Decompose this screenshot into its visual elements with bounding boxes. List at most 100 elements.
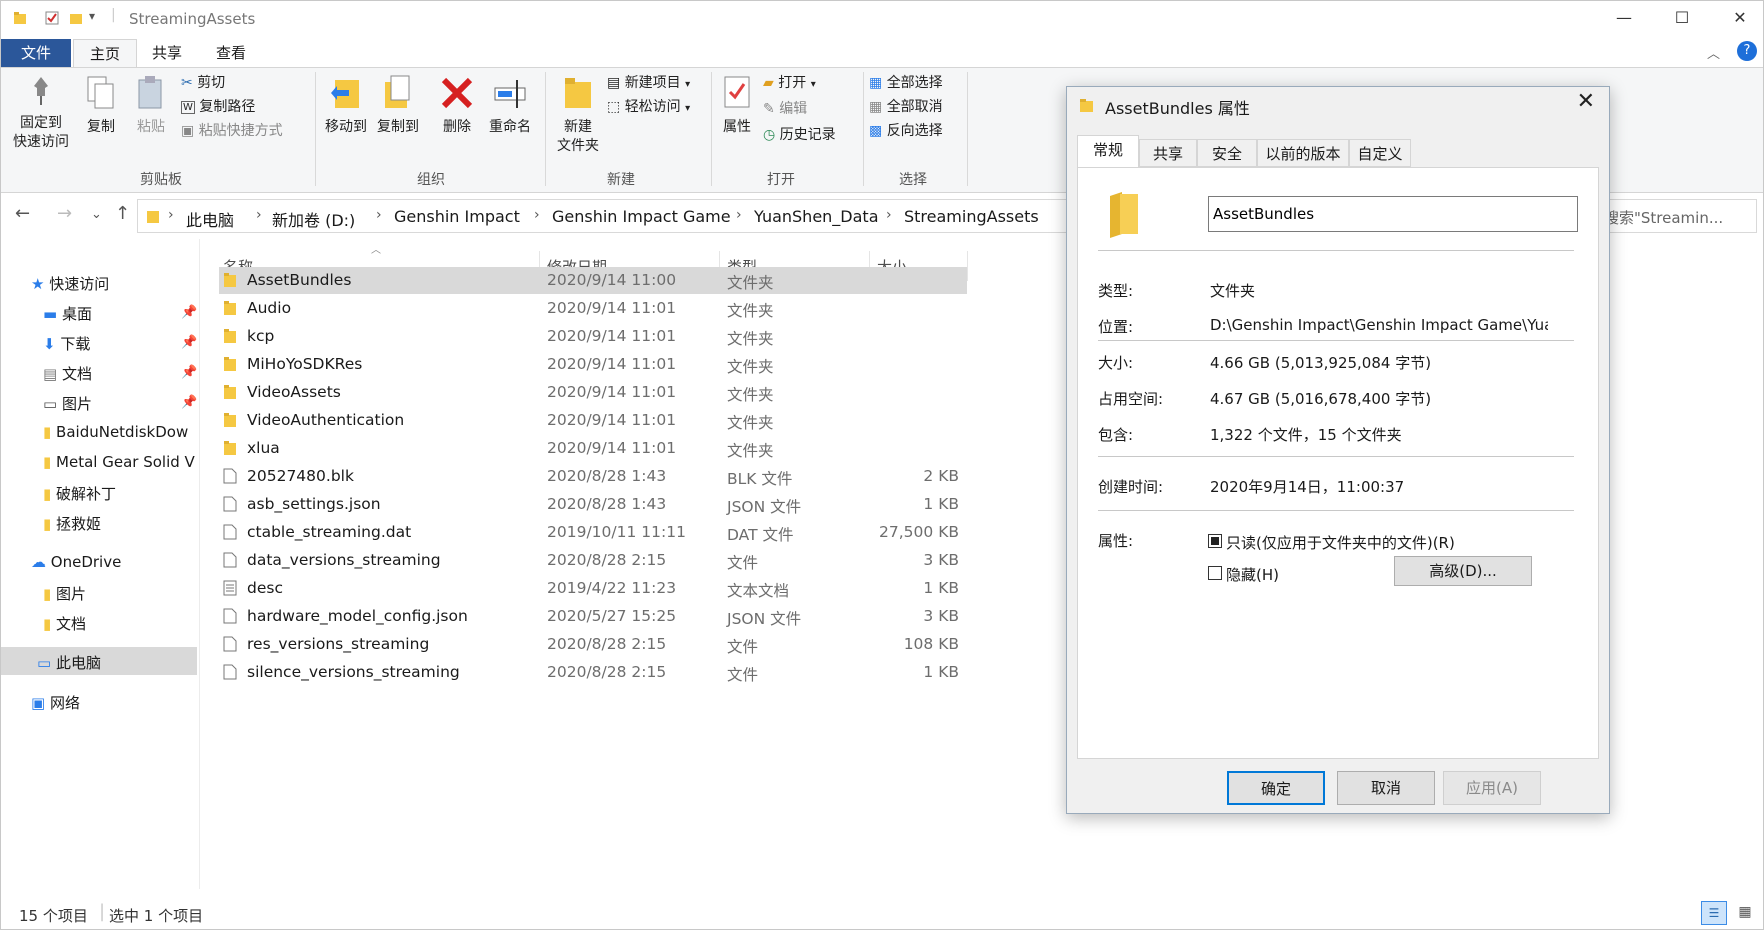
pin-icon[interactable]: 📌 bbox=[181, 395, 197, 410]
maximize-button[interactable]: ☐ bbox=[1659, 1, 1705, 35]
breadcrumb-yuanshen-data[interactable]: YuanShen_Data bbox=[754, 207, 879, 226]
breadcrumb-genshin-impact-game[interactable]: Genshin Impact Game bbox=[552, 207, 731, 226]
breadcrumb-streaming-assets[interactable]: StreamingAssets bbox=[904, 207, 1039, 226]
close-button[interactable]: ✕ bbox=[1717, 1, 1763, 35]
readonly-label[interactable]: 只读(仅应用于文件夹中的文件)(R) bbox=[1226, 532, 1455, 553]
open-button[interactable]: ▰ 打开 ▾ bbox=[763, 72, 816, 92]
tab-view[interactable]: 查看 bbox=[205, 39, 257, 67]
pin-quick-access-button[interactable]: 固定到 快速访问 bbox=[9, 74, 73, 152]
breadcrumb-chevron-icon[interactable]: › bbox=[534, 207, 540, 223]
tab-customize[interactable]: 自定义 bbox=[1349, 139, 1411, 167]
table-row[interactable]: xlua 2020/9/14 11:01 文件夹 bbox=[219, 435, 967, 462]
tab-general[interactable]: 常规 bbox=[1077, 135, 1139, 167]
new-item-button[interactable]: ▤ 新建项目 ▾ bbox=[607, 72, 690, 92]
paste-button[interactable]: 粘贴 bbox=[129, 74, 173, 137]
breadcrumb-chevron-icon[interactable]: › bbox=[256, 207, 262, 223]
tab-previous-versions[interactable]: 以前的版本 bbox=[1257, 139, 1349, 167]
new-folder-qat-icon[interactable] bbox=[69, 11, 83, 25]
tab-share[interactable]: 共享 bbox=[141, 39, 193, 67]
onedrive-item-pictures[interactable]: ▮ 图片 bbox=[43, 583, 86, 604]
table-row[interactable]: ctable_streaming.dat 2019/10/11 11:11 DAT … bbox=[219, 519, 967, 546]
dialog-close-button[interactable]: ✕ bbox=[1577, 89, 1595, 114]
properties-button[interactable]: 属性 bbox=[715, 74, 759, 137]
nav-item-baidunetdisk[interactable]: ▮ BaiduNetdiskDow bbox=[43, 423, 197, 441]
delete-button[interactable]: 删除 bbox=[435, 74, 479, 137]
move-to-button[interactable]: 移动到 bbox=[321, 74, 371, 137]
copy-path-button[interactable]: W 复制路径 bbox=[181, 96, 255, 116]
breadcrumb-chevron-icon[interactable]: › bbox=[376, 207, 382, 223]
table-row[interactable]: 20527480.blk 2020/8/28 1:43 BLK 文件 2 KB bbox=[219, 463, 967, 490]
up-arrow-icon[interactable]: ↑ bbox=[115, 203, 130, 224]
table-row[interactable]: VideoAuthentication 2020/9/14 11:01 文件夹 bbox=[219, 407, 967, 434]
back-arrow-icon[interactable]: ← bbox=[15, 203, 30, 224]
collapse-ribbon-icon[interactable]: ︿ bbox=[1707, 43, 1720, 62]
table-row[interactable]: desc 2019/4/22 11:23 文本文档 1 KB bbox=[219, 575, 967, 602]
tab-security[interactable]: 安全 bbox=[1197, 139, 1257, 167]
nav-item-crack-patch[interactable]: ▮ 破解补丁 bbox=[43, 483, 116, 504]
table-row[interactable]: VideoAssets 2020/9/14 11:01 文件夹 bbox=[219, 379, 967, 406]
nav-item-documents[interactable]: ▤ 文档 bbox=[43, 363, 92, 384]
table-row[interactable]: kcp 2020/9/14 11:01 文件夹 bbox=[219, 323, 967, 350]
pin-icon[interactable]: 📌 bbox=[181, 305, 197, 320]
nav-item-metal-gear[interactable]: ▮ Metal Gear Solid V bbox=[43, 453, 197, 471]
pin-icon[interactable]: 📌 bbox=[181, 335, 197, 350]
nav-item-rescue[interactable]: ▮ 拯救姬 bbox=[43, 513, 101, 534]
rename-button[interactable]: 重命名 bbox=[483, 74, 537, 137]
readonly-checkbox[interactable] bbox=[1208, 534, 1222, 548]
invert-selection-button[interactable]: ▩ 反向选择 bbox=[869, 120, 943, 140]
ok-button[interactable]: 确定 bbox=[1227, 771, 1325, 805]
nav-item-downloads[interactable]: ⬇ 下载 bbox=[43, 333, 90, 354]
table-row[interactable]: Audio 2020/9/14 11:01 文件夹 bbox=[219, 295, 967, 322]
search-input[interactable]: 搜索"Streamin... bbox=[1597, 199, 1757, 233]
breadcrumb-chevron-icon[interactable]: › bbox=[168, 207, 174, 223]
table-row[interactable]: hardware_model_config.json 2020/5/27 15:2… bbox=[219, 603, 967, 630]
breadcrumb-drive[interactable]: 新加卷 (D:) bbox=[272, 207, 355, 231]
chevron-down-icon[interactable]: ▾ bbox=[89, 9, 95, 23]
table-row[interactable]: AssetBundles 2020/9/14 11:00 文件夹 bbox=[219, 267, 967, 294]
advanced-button[interactable]: 高级(D)... bbox=[1394, 556, 1532, 586]
hidden-checkbox[interactable] bbox=[1208, 566, 1222, 580]
large-icons-view-icon[interactable]: ▦ bbox=[1733, 901, 1757, 923]
onedrive-item[interactable]: ☁ OneDrive bbox=[31, 553, 121, 571]
nav-item-desktop[interactable]: ▬ 桌面 bbox=[43, 303, 92, 324]
recent-locations-chevron-icon[interactable]: ⌄ bbox=[91, 207, 102, 222]
forward-arrow-icon[interactable]: → bbox=[57, 203, 72, 224]
onedrive-item-documents[interactable]: ▮ 文档 bbox=[43, 613, 86, 634]
minimize-button[interactable]: — bbox=[1601, 1, 1647, 35]
properties-qat-icon[interactable] bbox=[45, 11, 59, 25]
breadcrumb-genshin-impact[interactable]: Genshin Impact bbox=[394, 207, 520, 226]
details-view-icon[interactable]: ☰ bbox=[1701, 901, 1727, 925]
this-pc-item[interactable]: ▭ 此电脑 bbox=[37, 652, 101, 673]
paste-shortcut-button[interactable]: ▣ 粘贴快捷方式 bbox=[181, 120, 283, 140]
tab-home[interactable]: 主页 bbox=[73, 39, 137, 68]
select-all-button[interactable]: ▦ 全部选择 bbox=[869, 72, 943, 92]
pin-icon[interactable]: 📌 bbox=[181, 365, 197, 380]
nav-item-pictures[interactable]: ▭ 图片 bbox=[43, 393, 92, 414]
new-folder-button[interactable]: 新建 文件夹 bbox=[551, 74, 605, 156]
copy-button[interactable]: 复制 bbox=[79, 74, 123, 137]
copy-to-button[interactable]: 复制到 bbox=[373, 74, 423, 137]
column-divider[interactable] bbox=[967, 251, 968, 281]
table-row[interactable]: data_versions_streaming 2020/8/28 2:15 文件 3… bbox=[219, 547, 967, 574]
tab-file[interactable]: 文件 bbox=[1, 39, 71, 67]
table-row[interactable]: asb_settings.json 2020/8/28 1:43 JSON 文件 1 … bbox=[219, 491, 967, 518]
table-row[interactable]: res_versions_streaming 2020/8/28 2:15 文件 10… bbox=[219, 631, 967, 658]
cut-button[interactable]: ✂ 剪切 bbox=[181, 72, 225, 92]
folder-name-field[interactable] bbox=[1208, 196, 1578, 232]
easy-access-button[interactable]: ⬚ 轻松访问 ▾ bbox=[607, 96, 690, 116]
tab-sharing[interactable]: 共享 bbox=[1139, 139, 1197, 167]
cancel-button[interactable]: 取消 bbox=[1337, 771, 1435, 805]
history-button[interactable]: ◷ 历史记录 bbox=[763, 124, 836, 144]
apply-button[interactable]: 应用(A) bbox=[1443, 771, 1541, 805]
breadcrumb-chevron-icon[interactable]: › bbox=[736, 207, 742, 223]
table-row[interactable]: MiHoYoSDKRes 2020/9/14 11:01 文件夹 bbox=[219, 351, 967, 378]
edit-button[interactable]: ✎ 编辑 bbox=[763, 98, 807, 118]
quick-access-item[interactable]: ★ 快速访问 bbox=[31, 273, 109, 294]
help-icon[interactable]: ? bbox=[1737, 41, 1757, 61]
breadcrumb-chevron-icon[interactable]: › bbox=[886, 207, 892, 223]
hidden-label[interactable]: 隐藏(H) bbox=[1226, 564, 1279, 585]
select-none-button[interactable]: ▦ 全部取消 bbox=[869, 96, 943, 116]
network-item[interactable]: ▣ 网络 bbox=[31, 692, 80, 713]
table-row[interactable]: silence_versions_streaming 2020/8/28 2:15… bbox=[219, 659, 967, 686]
breadcrumb-this-pc[interactable]: 此电脑 bbox=[186, 207, 234, 231]
